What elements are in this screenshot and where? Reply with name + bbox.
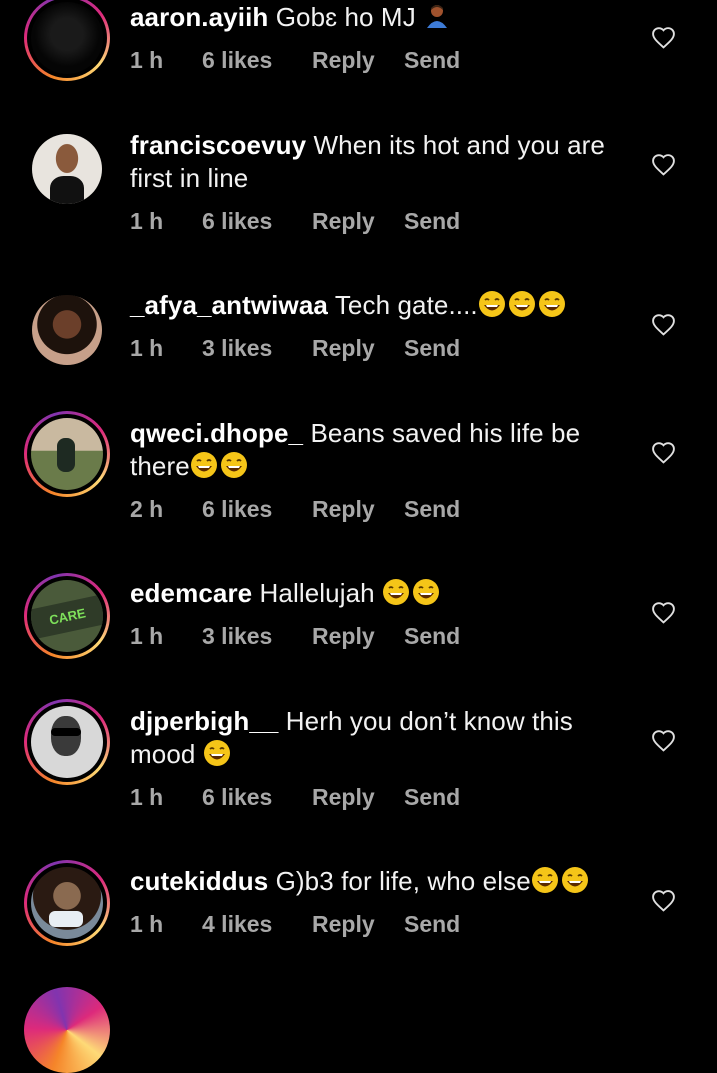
- laughing-emoji: [383, 579, 410, 605]
- heart-icon[interactable]: [651, 313, 676, 336]
- comment-body: Tech gate....: [334, 290, 478, 320]
- laughing-emoji: [413, 579, 440, 605]
- likes-count[interactable]: 6 likes: [202, 496, 312, 523]
- send-button[interactable]: Send: [404, 47, 460, 74]
- avatar[interactable]: [24, 126, 110, 212]
- send-button[interactable]: Send: [404, 911, 460, 938]
- comment-meta: 1 h 6 likes Reply Send: [130, 208, 460, 235]
- likes-count[interactable]: 6 likes: [202, 47, 312, 74]
- laughing-emoji: [531, 867, 558, 893]
- comment-meta: 1 h 3 likes Reply Send: [130, 623, 460, 650]
- timestamp: 1 h: [130, 208, 164, 234]
- username-link[interactable]: qweci.dhope_: [130, 418, 303, 448]
- username-link[interactable]: cutekiddus: [130, 866, 268, 896]
- laughing-emoji: [508, 291, 535, 317]
- laughing-emoji: [561, 867, 588, 893]
- avatar[interactable]: [24, 411, 110, 497]
- reply-button[interactable]: Reply: [312, 911, 404, 938]
- reply-button[interactable]: Reply: [312, 208, 404, 235]
- timestamp: 1 h: [130, 623, 164, 649]
- timestamp: 1 h: [130, 784, 164, 810]
- likes-count[interactable]: 6 likes: [202, 784, 312, 811]
- heart-icon[interactable]: [651, 889, 676, 912]
- username-link[interactable]: _afya_antwiwaa: [130, 290, 328, 320]
- timestamp: 1 h: [130, 47, 164, 73]
- heart-icon[interactable]: [651, 729, 676, 752]
- send-button[interactable]: Send: [404, 335, 460, 362]
- timestamp: 1 h: [130, 335, 164, 361]
- reply-button[interactable]: Reply: [312, 784, 404, 811]
- comment-body: Gobɛ ho MJ: [275, 2, 416, 32]
- likes-count[interactable]: 3 likes: [202, 335, 312, 362]
- heart-icon[interactable]: [651, 441, 676, 464]
- username-link[interactable]: djperbigh__: [130, 706, 278, 736]
- reply-button[interactable]: Reply: [312, 335, 404, 362]
- comment-body: G)b3 for life, who else: [275, 866, 531, 896]
- timestamp: 2 h: [130, 496, 164, 522]
- heart-icon[interactable]: [651, 153, 676, 176]
- laughing-emoji: [203, 740, 230, 766]
- send-button[interactable]: Send: [404, 623, 460, 650]
- reply-button[interactable]: Reply: [312, 623, 404, 650]
- heart-icon[interactable]: [651, 26, 676, 49]
- heart-icon[interactable]: [651, 601, 676, 624]
- username-link[interactable]: franciscoevuy: [130, 130, 306, 160]
- send-button[interactable]: Send: [404, 208, 460, 235]
- comment-text: qweci.dhope_ Beans saved his life be the…: [130, 417, 630, 483]
- reply-button[interactable]: Reply: [312, 47, 404, 74]
- comment-text: djperbigh__ Herh you don’t know this moo…: [130, 705, 630, 771]
- laughing-emoji: [478, 291, 505, 317]
- send-button[interactable]: Send: [404, 496, 460, 523]
- comment-text: aaron.ayiih Gobɛ ho MJ: [130, 1, 630, 34]
- comment-text: cutekiddus G)b3 for life, who else: [130, 865, 630, 898]
- person-bowing-emoji: [427, 5, 448, 28]
- laughing-emoji: [190, 452, 217, 478]
- username-link[interactable]: edemcare: [130, 578, 252, 608]
- likes-count[interactable]: 4 likes: [202, 911, 312, 938]
- avatar[interactable]: CARE: [24, 573, 110, 659]
- comment-body: Hallelujah: [259, 578, 383, 608]
- laughing-emoji: [538, 291, 565, 317]
- laughing-emoji: [220, 452, 247, 478]
- avatar[interactable]: [24, 0, 110, 81]
- timestamp: 1 h: [130, 911, 164, 937]
- comment-meta: 1 h 4 likes Reply Send: [130, 911, 460, 938]
- comment-text: edemcare Hallelujah: [130, 577, 630, 610]
- send-button[interactable]: Send: [404, 784, 460, 811]
- likes-count[interactable]: 6 likes: [202, 208, 312, 235]
- reply-button[interactable]: Reply: [312, 496, 404, 523]
- avatar[interactable]: [24, 287, 110, 373]
- comment-text: franciscoevuy When its hot and you are f…: [130, 129, 630, 195]
- avatar[interactable]: [24, 860, 110, 946]
- comment-meta: 1 h 6 likes Reply Send: [130, 784, 460, 811]
- avatar[interactable]: [24, 699, 110, 785]
- likes-count[interactable]: 3 likes: [202, 623, 312, 650]
- username-link[interactable]: aaron.ayiih: [130, 2, 268, 32]
- comment-text: _afya_antwiwaa Tech gate....: [130, 289, 630, 322]
- comment-meta: 1 h 6 likes Reply Send: [130, 47, 460, 74]
- comment-meta: 1 h 3 likes Reply Send: [130, 335, 460, 362]
- avatar[interactable]: [24, 987, 110, 1073]
- comment-meta: 2 h 6 likes Reply Send: [130, 496, 460, 523]
